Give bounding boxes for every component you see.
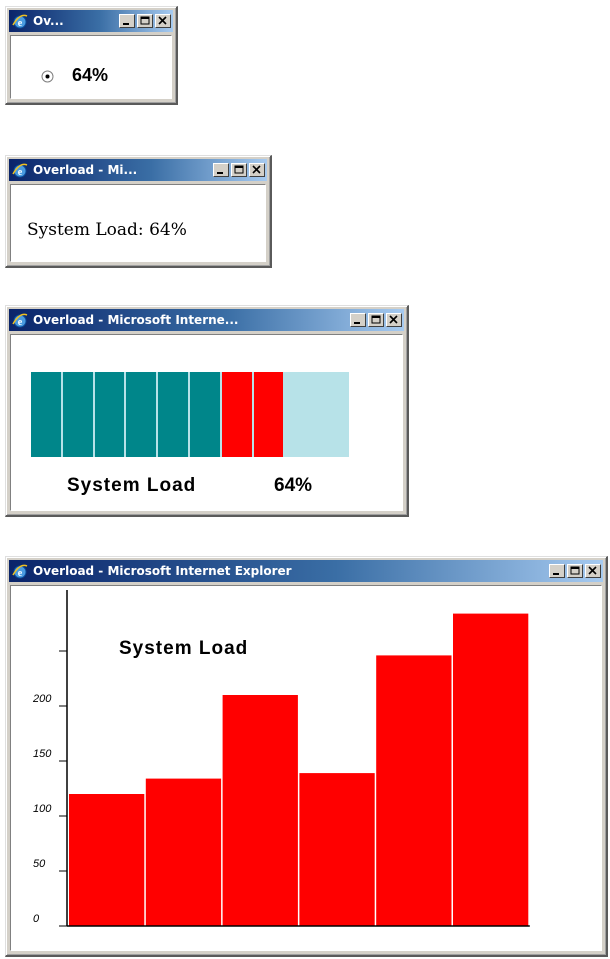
chart-title: System Load bbox=[119, 638, 249, 659]
maximize-icon bbox=[570, 566, 580, 575]
minimize-icon bbox=[553, 573, 559, 575]
title-bar[interactable]: e Overload - Microsoft Interne... bbox=[9, 309, 404, 331]
minimize-button[interactable] bbox=[119, 14, 135, 28]
y-tick-label: 0 bbox=[33, 913, 40, 925]
maximize-button[interactable] bbox=[137, 14, 153, 28]
window-title: Overload - Microsoft Internet Explorer bbox=[33, 564, 292, 578]
close-icon bbox=[252, 165, 261, 174]
window-content: 0 50 100 150 200 System Load bbox=[10, 585, 602, 951]
maximize-button[interactable] bbox=[567, 564, 583, 578]
meter-segment-overload bbox=[253, 372, 284, 457]
window-title: Overload - Microsoft Interne... bbox=[33, 313, 239, 327]
overload-window-meter: e Overload - Microsoft Interne... System… bbox=[5, 305, 409, 517]
minimize-button[interactable] bbox=[213, 163, 229, 177]
radio-selected-icon[interactable] bbox=[41, 70, 54, 83]
minimize-icon bbox=[217, 172, 223, 174]
bar bbox=[299, 773, 375, 926]
bar bbox=[145, 778, 222, 926]
ie-icon: e bbox=[12, 313, 28, 328]
minimize-icon bbox=[123, 23, 129, 25]
ie-icon: e bbox=[12, 14, 28, 29]
meter-segment bbox=[158, 372, 188, 457]
system-load-text: System Load: 64% bbox=[27, 220, 187, 240]
y-tick-label: 100 bbox=[33, 803, 52, 815]
window-content: 64% bbox=[10, 35, 172, 99]
maximize-icon bbox=[140, 16, 150, 25]
close-button[interactable] bbox=[155, 14, 171, 28]
meter-segment bbox=[62, 372, 93, 457]
load-percent: 64% bbox=[274, 475, 313, 496]
title-bar[interactable]: e Overload - Mi... bbox=[9, 159, 267, 181]
minimize-button[interactable] bbox=[350, 313, 366, 327]
title-bar[interactable]: e Overload - Microsoft Internet Explorer bbox=[9, 560, 603, 582]
load-percent: 64% bbox=[72, 65, 109, 85]
system-load-bar-chart: 0 50 100 150 200 bbox=[32, 590, 530, 927]
meter-segment bbox=[94, 372, 125, 457]
meter-segment bbox=[31, 372, 61, 457]
window-title: Ov... bbox=[33, 14, 64, 28]
maximize-icon bbox=[371, 315, 381, 324]
minimize-icon bbox=[354, 322, 360, 324]
close-button[interactable] bbox=[585, 564, 601, 578]
close-icon bbox=[588, 566, 597, 575]
ie-icon: e bbox=[12, 564, 28, 579]
overload-window-text: e Overload - Mi... System Load: 64% bbox=[5, 155, 272, 268]
bar bbox=[222, 695, 298, 926]
title-bar[interactable]: e Ov... bbox=[9, 10, 173, 32]
window-content: System Load: 64% bbox=[10, 184, 266, 262]
overload-window-radio: e Ov... 64% bbox=[5, 6, 178, 105]
bar bbox=[69, 794, 145, 926]
y-tick-label: 50 bbox=[33, 858, 46, 870]
close-button[interactable] bbox=[386, 313, 402, 327]
system-load-label: System Load bbox=[67, 475, 197, 496]
minimize-button[interactable] bbox=[549, 564, 565, 578]
svg-text:e: e bbox=[18, 568, 23, 579]
load-meter bbox=[31, 372, 349, 457]
close-button[interactable] bbox=[249, 163, 265, 177]
meter-segment bbox=[126, 372, 157, 457]
bar bbox=[376, 655, 452, 926]
meter-segment-overload bbox=[221, 372, 252, 457]
ie-icon: e bbox=[12, 163, 28, 178]
maximize-button[interactable] bbox=[231, 163, 247, 177]
svg-text:e: e bbox=[18, 167, 23, 178]
close-icon bbox=[389, 315, 398, 324]
y-tick-label: 200 bbox=[32, 693, 52, 705]
y-tick-label: 150 bbox=[33, 748, 52, 760]
window-content: System Load 64% bbox=[10, 334, 403, 511]
overload-window-chart: e Overload - Microsoft Internet Explorer… bbox=[5, 556, 608, 957]
window-title: Overload - Mi... bbox=[33, 163, 138, 177]
svg-text:e: e bbox=[18, 18, 23, 29]
meter-segment bbox=[190, 372, 220, 457]
close-icon bbox=[158, 16, 167, 25]
maximize-icon bbox=[234, 165, 244, 174]
maximize-button[interactable] bbox=[368, 313, 384, 327]
bar bbox=[453, 613, 529, 926]
svg-text:e: e bbox=[18, 317, 23, 328]
